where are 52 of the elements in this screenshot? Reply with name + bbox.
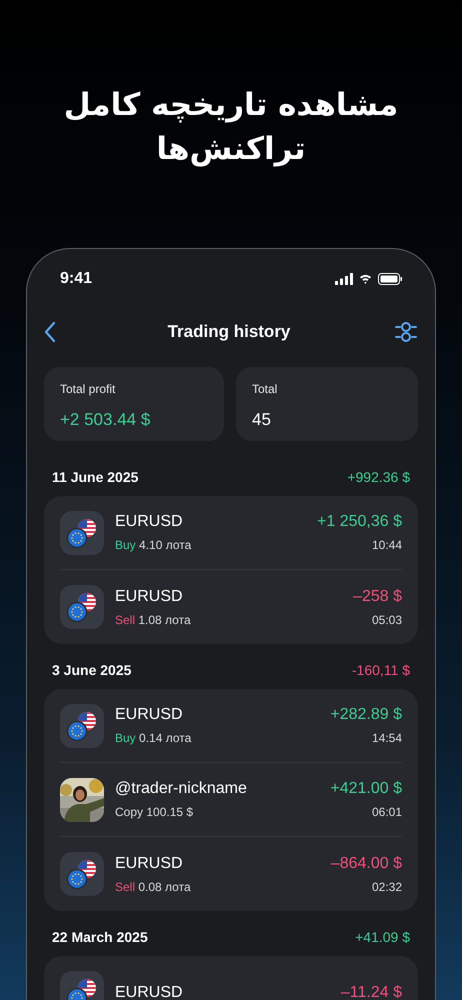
battery-icon	[378, 273, 402, 285]
transaction-name: EURUSD	[115, 705, 183, 725]
stat-value: +2 503.44 $	[60, 409, 152, 431]
trade-details: Buy 0.14 лота	[115, 730, 192, 746]
stat-value: 45	[252, 409, 272, 431]
transaction-time: 02:32	[372, 878, 402, 894]
transaction-name: EURUSD	[115, 512, 183, 532]
transaction-name: EURUSD	[115, 854, 183, 874]
transaction-amount: +1 250,36 $	[317, 512, 402, 532]
transaction-row[interactable]: EURUSD +282.89 $ Buy 0.14 лота 14:54	[60, 689, 402, 763]
transaction-name: EURUSD	[115, 586, 183, 606]
signal-icon	[335, 273, 353, 285]
stat-label: Total	[252, 381, 278, 398]
copy-details: Copy 100.15 $	[115, 804, 194, 820]
date-heading: 11 June 2025	[52, 468, 138, 487]
wifi-icon	[359, 273, 372, 285]
date-heading: 22 March 2025	[52, 928, 148, 947]
headline: مشاهده تاریخچه کامل تراکنش‌ها	[62, 86, 400, 169]
transaction-name: @trader-nickname	[115, 779, 247, 799]
transaction-amount: –11.24 $	[340, 983, 402, 1000]
transaction-amount: –258 $	[353, 586, 402, 606]
back-icon	[44, 321, 56, 343]
stat-label: Total profit	[60, 381, 116, 398]
transaction-amount: +282.89 $	[330, 705, 402, 725]
transaction-name: EURUSD	[115, 983, 183, 1000]
filter-icon	[394, 322, 417, 342]
transaction-row[interactable]: EURUSD +1 250,36 $ Buy 4.10 лота 10:44	[60, 496, 402, 570]
transaction-amount: –864.00 $	[330, 854, 402, 874]
transaction-time: 06:01	[372, 804, 402, 820]
transaction-row[interactable]: @trader-nickname +421.00 $ Copy 100.15 $ 06:01	[60, 763, 402, 837]
trade-details: Buy 4.10 лота	[115, 537, 192, 553]
day-total: +992.36 $	[347, 468, 410, 487]
day-total: -160,11 $	[352, 661, 410, 680]
transaction-amount: +421.00 $	[330, 779, 402, 799]
transaction-row[interactable]: EURUSD –11.24 $	[60, 956, 402, 1000]
transaction-time: 14:54	[372, 730, 402, 746]
transaction-row[interactable]: EURUSD –864.00 $ Sell 0.08 лота 02:32	[60, 837, 402, 911]
currency-flags-icon	[66, 591, 98, 623]
currency-flags-icon	[66, 977, 98, 1000]
transaction-time: 10:44	[372, 537, 402, 553]
status-time: 9:41	[60, 269, 92, 289]
currency-flags-icon	[66, 710, 98, 742]
transaction-time: 05:03	[372, 612, 402, 628]
date-heading: 3 June 2025	[52, 661, 132, 680]
day-total: +41.09 $	[355, 928, 410, 947]
currency-flags-icon	[66, 516, 98, 548]
screen-title: Trading history	[168, 321, 290, 344]
trade-details: Sell 1.08 лота	[115, 612, 191, 628]
currency-flags-icon	[66, 858, 98, 890]
filter-button[interactable]	[394, 320, 418, 344]
transaction-row[interactable]: EURUSD –258 $ Sell 1.08 лота 05:03	[60, 570, 402, 644]
trade-details: Sell 0.08 лота	[115, 878, 191, 894]
